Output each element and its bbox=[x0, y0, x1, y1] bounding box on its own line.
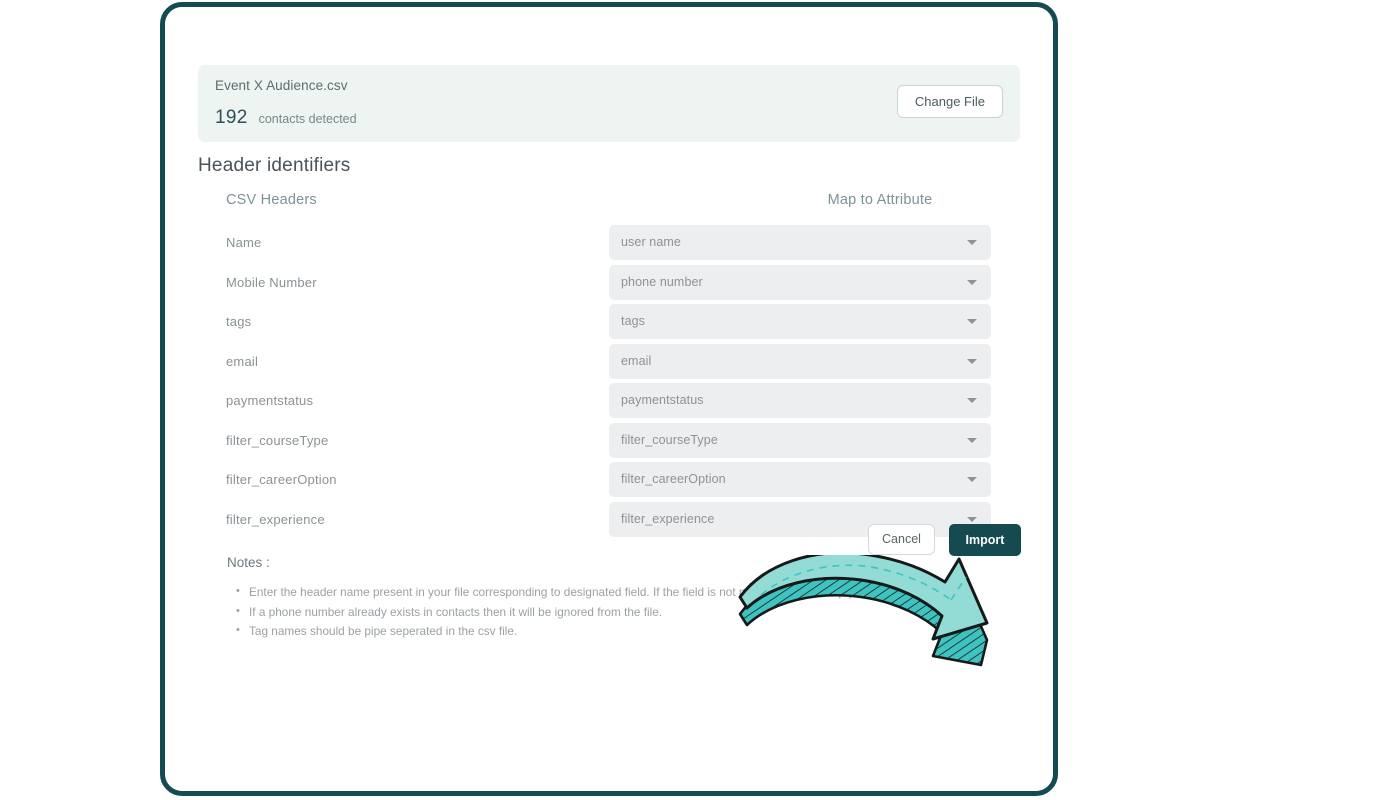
mapping-row: filter_courseType filter_courseType bbox=[165, 422, 1053, 462]
attribute-select-value: tags bbox=[621, 314, 646, 328]
column-header-map-to-attribute: Map to Attribute bbox=[827, 192, 933, 208]
cancel-button[interactable]: Cancel bbox=[868, 524, 935, 555]
mapping-row: filter_careerOption filter_careerOption bbox=[165, 461, 1053, 501]
import-csv-dialog: Event X Audience.csv 192 contacts detect… bbox=[165, 7, 1053, 791]
note-item: Enter the header name present in your fi… bbox=[236, 582, 857, 603]
attribute-select-value: phone number bbox=[621, 274, 703, 289]
attribute-select-value: paymentstatus bbox=[621, 393, 704, 407]
chevron-down-icon bbox=[967, 437, 977, 443]
attribute-select[interactable]: email bbox=[609, 343, 991, 379]
csv-header-label: tags bbox=[226, 314, 252, 329]
file-info-panel: Event X Audience.csv 192 contacts detect… bbox=[198, 65, 1020, 142]
file-name-label: Event X Audience.csv bbox=[215, 78, 348, 93]
mapping-row: Mobile Number phone number bbox=[165, 264, 1053, 304]
contacts-count-label: contacts detected bbox=[258, 112, 357, 126]
note-item: Tag names should be pipe seperated in th… bbox=[236, 621, 857, 642]
attribute-select-value: filter_experience bbox=[621, 511, 715, 526]
csv-header-label: email bbox=[226, 353, 259, 369]
csv-header-label: filter_courseType bbox=[226, 432, 329, 448]
mapping-row: paymentstatus paymentstatus bbox=[165, 382, 1053, 422]
attribute-select-value: user name bbox=[621, 235, 681, 249]
attribute-select-value: filter_careerOption bbox=[621, 472, 726, 486]
import-button[interactable]: Import bbox=[949, 524, 1021, 556]
chevron-down-icon bbox=[967, 516, 977, 522]
notes-list: Enter the header name present in your fi… bbox=[227, 582, 857, 642]
contacts-count-row: 192 contacts detected bbox=[215, 107, 357, 129]
mapping-rows: Name user name Mobile Number phone numbe… bbox=[165, 224, 1053, 540]
mapping-row: email email bbox=[165, 343, 1053, 383]
attribute-select[interactable]: filter_courseType bbox=[609, 422, 991, 458]
attribute-select[interactable]: filter_careerOption bbox=[609, 462, 991, 497]
mapping-row: Name user name bbox=[165, 224, 1053, 264]
change-file-button[interactable]: Change File bbox=[896, 85, 1003, 118]
column-header-csv-headers: CSV Headers bbox=[226, 192, 317, 208]
csv-header-label: paymentstatus bbox=[226, 393, 314, 408]
chevron-down-icon bbox=[967, 477, 977, 482]
csv-header-label: Mobile Number bbox=[226, 274, 317, 290]
attribute-select[interactable]: paymentstatus bbox=[609, 383, 991, 418]
chevron-down-icon bbox=[967, 319, 977, 324]
attribute-select[interactable]: user name bbox=[609, 225, 991, 260]
notes-title: Notes : bbox=[227, 555, 270, 570]
dialog-frame: Event X Audience.csv 192 contacts detect… bbox=[160, 2, 1058, 796]
attribute-select[interactable]: tags bbox=[609, 304, 991, 339]
attribute-select[interactable]: phone number bbox=[609, 264, 991, 300]
note-item: If a phone number already exists in cont… bbox=[236, 602, 857, 623]
mapping-row: tags tags bbox=[165, 303, 1053, 343]
attribute-select-value: email bbox=[621, 353, 652, 368]
contacts-count-value: 192 bbox=[215, 107, 248, 128]
chevron-down-icon bbox=[967, 240, 977, 245]
csv-header-label: filter_careerOption bbox=[226, 472, 337, 487]
page-title: Header identifiers bbox=[198, 155, 351, 176]
csv-header-label: Name bbox=[226, 235, 262, 250]
chevron-down-icon bbox=[967, 279, 977, 285]
chevron-down-icon bbox=[967, 358, 977, 364]
chevron-down-icon bbox=[967, 398, 977, 403]
attribute-select-value: filter_courseType bbox=[621, 432, 718, 447]
csv-header-label: filter_experience bbox=[226, 511, 325, 527]
